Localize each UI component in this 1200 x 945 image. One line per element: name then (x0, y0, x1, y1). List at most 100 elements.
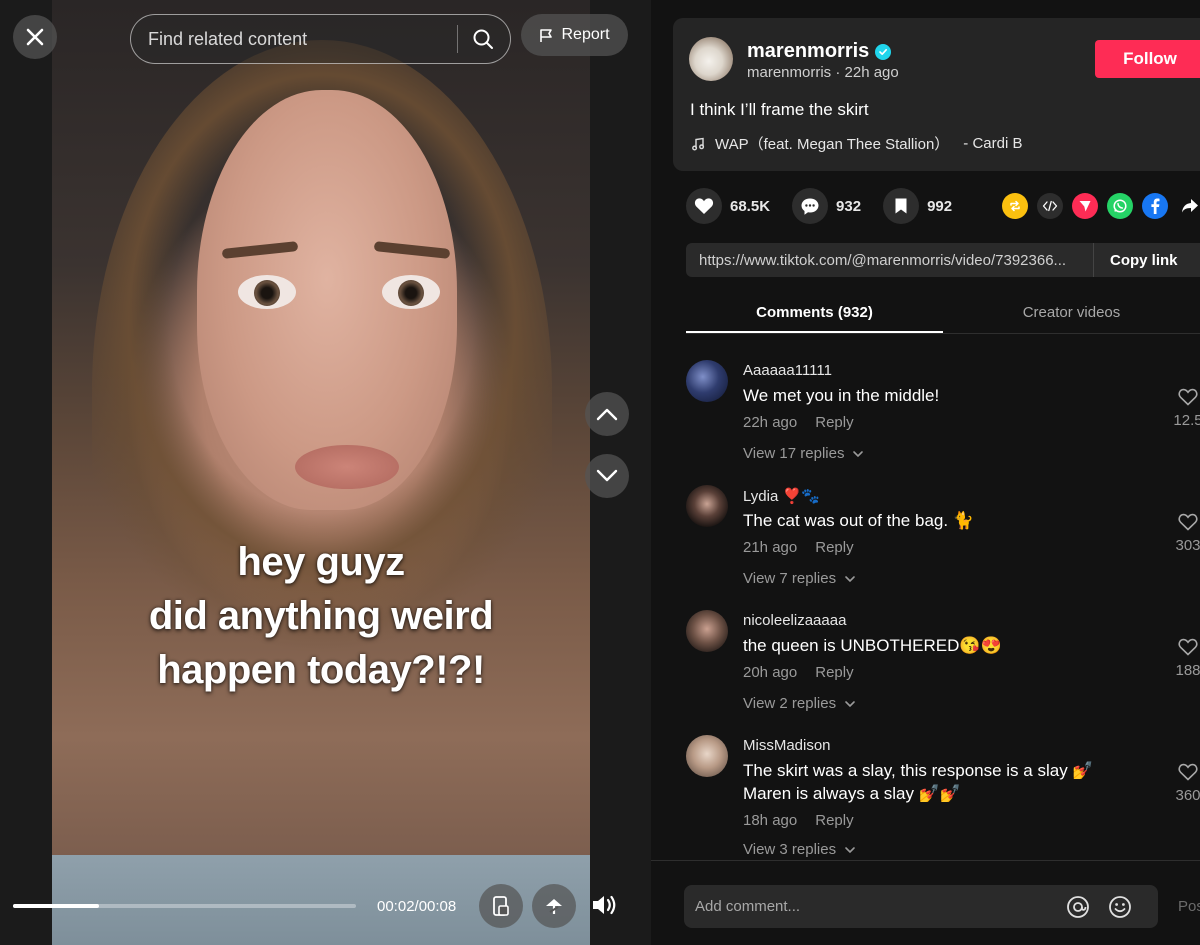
reply-button[interactable]: Reply (815, 812, 853, 829)
comment-input[interactable] (684, 898, 1054, 915)
facebook-icon[interactable] (1142, 193, 1168, 219)
mention-icon[interactable] (1066, 895, 1090, 919)
mini-player-button[interactable] (479, 884, 523, 928)
share-link-text[interactable]: https://www.tiktok.com/@marenmorris/vide… (686, 252, 1093, 269)
search-input[interactable] (131, 28, 451, 50)
tab-comments[interactable]: Comments (932) (686, 298, 943, 333)
view-replies-label: View 7 replies (743, 570, 837, 587)
comment-text-line-2: Maren is always a slay 💅💅 (743, 784, 962, 803)
heart-outline-icon[interactable] (1178, 513, 1198, 531)
search-divider (457, 25, 458, 53)
comment-like[interactable]: 360 (1168, 763, 1200, 804)
like-stat[interactable]: 68.5K (686, 188, 770, 224)
comment-like[interactable]: 303 (1168, 513, 1200, 554)
commenter-avatar[interactable] (686, 485, 728, 527)
video-progress-bar[interactable] (13, 904, 356, 908)
comment-stat[interactable]: 932 (792, 188, 861, 224)
author-username[interactable]: marenmorris (747, 40, 869, 63)
comment-like[interactable]: 188 (1168, 638, 1200, 679)
commenter-avatar[interactable] (686, 610, 728, 652)
comment-like[interactable]: 12.5 (1168, 388, 1200, 429)
view-replies-button[interactable]: View 7 replies (743, 570, 856, 587)
view-replies-label: View 3 replies (743, 841, 837, 858)
previous-video-button[interactable] (585, 392, 629, 436)
comment-count: 932 (836, 197, 862, 215)
comment-time: 22h ago (743, 414, 798, 431)
save-count: 992 (927, 197, 953, 215)
video-lips (295, 445, 399, 489)
emoji-icon[interactable] (1108, 895, 1132, 919)
follow-button[interactable]: Follow (1095, 40, 1200, 78)
view-replies-label: View 17 replies (743, 445, 845, 462)
heart-outline-icon[interactable] (1178, 638, 1198, 656)
comment-bubble-icon[interactable] (792, 188, 829, 224)
comment-meta: 22h ago Reply (743, 414, 854, 431)
commenter-avatar[interactable] (686, 735, 728, 777)
post-info-card: marenmorris marenmorris · 22h ago Follow… (673, 18, 1200, 171)
share-arrow-icon[interactable] (1177, 193, 1200, 219)
view-replies-button[interactable]: View 3 replies (743, 841, 856, 858)
commenter-avatar[interactable] (686, 360, 728, 402)
music-link[interactable]: WAP（feat. Megan Thee Stallion） - Cardi B (691, 133, 1022, 154)
reply-button[interactable]: Reply (815, 414, 853, 431)
comment-meta: 20h ago Reply (743, 664, 854, 681)
comment-time: 21h ago (743, 539, 798, 556)
engagement-stats: 68.5K 932 992 (686, 188, 974, 224)
comment-meta: 21h ago Reply (743, 539, 854, 556)
volume-button[interactable] (590, 892, 618, 918)
close-button[interactable] (13, 15, 57, 59)
next-video-button[interactable] (585, 454, 629, 498)
view-replies-button[interactable]: View 2 replies (743, 695, 856, 712)
author-avatar[interactable] (689, 37, 733, 81)
heart-outline-icon[interactable] (1178, 763, 1198, 781)
chevron-down-icon (845, 700, 855, 707)
commenter-username[interactable]: nicoleelizaaaaa (743, 612, 846, 629)
report-label: Report (561, 26, 610, 43)
commenter-username[interactable]: Aaaaaa11111 (743, 362, 832, 379)
view-replies-button[interactable]: View 17 replies (743, 445, 864, 462)
panel-tabs: Comments (932) Creator videos (686, 298, 1200, 334)
reply-button[interactable]: Reply (815, 539, 853, 556)
author-meta: marenmorris · 22h ago (747, 64, 899, 81)
arrow-scroll-icon (546, 899, 562, 914)
search-bar[interactable] (130, 14, 511, 64)
video-progress-fill (13, 904, 99, 908)
heart-icon[interactable] (686, 188, 722, 224)
embed-icon[interactable] (1037, 193, 1063, 219)
commenter-username[interactable]: Lydia ❣️🐾 (743, 487, 820, 505)
send-to-friends-icon[interactable] (1072, 193, 1098, 219)
caption-line-3: happen today?!?! (157, 648, 485, 692)
music-artist: - Cardi B (963, 135, 1023, 152)
music-note-icon (692, 137, 705, 150)
heart-outline-icon[interactable] (1178, 388, 1198, 406)
search-icon[interactable] (472, 28, 494, 50)
post-comment-button[interactable]: Pos (1178, 898, 1200, 915)
share-options (1002, 193, 1200, 219)
save-stat[interactable]: 992 (883, 188, 952, 224)
commenter-username[interactable]: MissMadison (743, 737, 831, 754)
report-button[interactable]: Report (521, 14, 628, 56)
auto-scroll-button[interactable] (532, 884, 576, 928)
reply-button[interactable]: Reply (815, 664, 853, 681)
tab-creator-videos[interactable]: Creator videos (943, 298, 1200, 333)
bookmark-icon[interactable] (883, 188, 920, 224)
video-caption-overlay: hey guyz did anything weird happen today… (52, 535, 590, 697)
comment-like-count: 12.5 (1173, 412, 1200, 429)
post-description: I think I’ll frame the skirt (690, 100, 869, 119)
video-player[interactable]: hey guyz did anything weird happen today… (0, 0, 651, 945)
comment-like-count: 303 (1175, 537, 1200, 554)
comment-text: We met you in the middle! (743, 386, 940, 405)
like-count: 68.5K (730, 197, 771, 215)
whatsapp-icon[interactable] (1107, 193, 1133, 219)
comment-time: 20h ago (743, 664, 798, 681)
author-name-row[interactable]: marenmorris (747, 40, 892, 63)
comment-text: the queen is UNBOTHERED😘😍 (743, 636, 1002, 655)
copy-link-button[interactable]: Copy link (1093, 243, 1194, 277)
comment-time: 18h ago (743, 812, 798, 829)
chevron-down-icon (596, 469, 618, 482)
repost-icon[interactable] (1002, 193, 1028, 219)
comment-input-box[interactable] (684, 885, 1158, 928)
close-icon (26, 28, 44, 46)
video-frame[interactable]: hey guyz did anything weird happen today… (52, 0, 590, 945)
music-title: WAP（feat. Megan Thee Stallion） (715, 136, 950, 153)
